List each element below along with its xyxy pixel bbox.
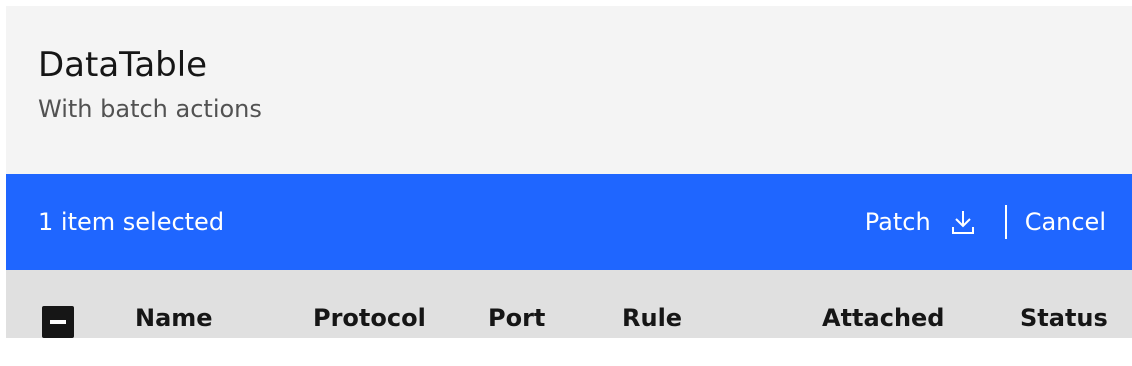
table-head-row: Name Protocol Port Rule Attached Status	[6, 270, 1132, 338]
column-header-protocol[interactable]: Protocol	[313, 270, 426, 366]
table-title: DataTable	[38, 45, 208, 85]
column-header-name[interactable]: Name	[135, 270, 213, 366]
patch-button[interactable]: Patch	[847, 174, 997, 270]
batch-actions-bar: 1 item selected Patch Cancel	[6, 174, 1132, 270]
table-description: With batch actions	[38, 95, 262, 123]
download-icon	[949, 208, 977, 236]
column-header-attached[interactable]: Attached	[822, 270, 944, 366]
batch-actions-group: Patch Cancel	[847, 174, 1132, 270]
indeterminate-dash-icon	[50, 320, 66, 324]
selected-items-summary: 1 item selected	[38, 208, 225, 236]
cancel-button-label: Cancel	[1024, 208, 1106, 236]
column-header-port[interactable]: Port	[488, 270, 545, 366]
cancel-button[interactable]: Cancel	[1011, 174, 1132, 270]
patch-button-label: Patch	[864, 208, 931, 236]
select-all-checkbox[interactable]	[42, 306, 74, 338]
column-header-rule[interactable]: Rule	[622, 270, 682, 366]
column-header-status[interactable]: Status	[1020, 270, 1108, 366]
table-header: DataTable With batch actions	[6, 6, 1132, 174]
data-table-container: DataTable With batch actions 1 item sele…	[6, 6, 1132, 338]
batch-actions-divider	[1004, 205, 1007, 239]
